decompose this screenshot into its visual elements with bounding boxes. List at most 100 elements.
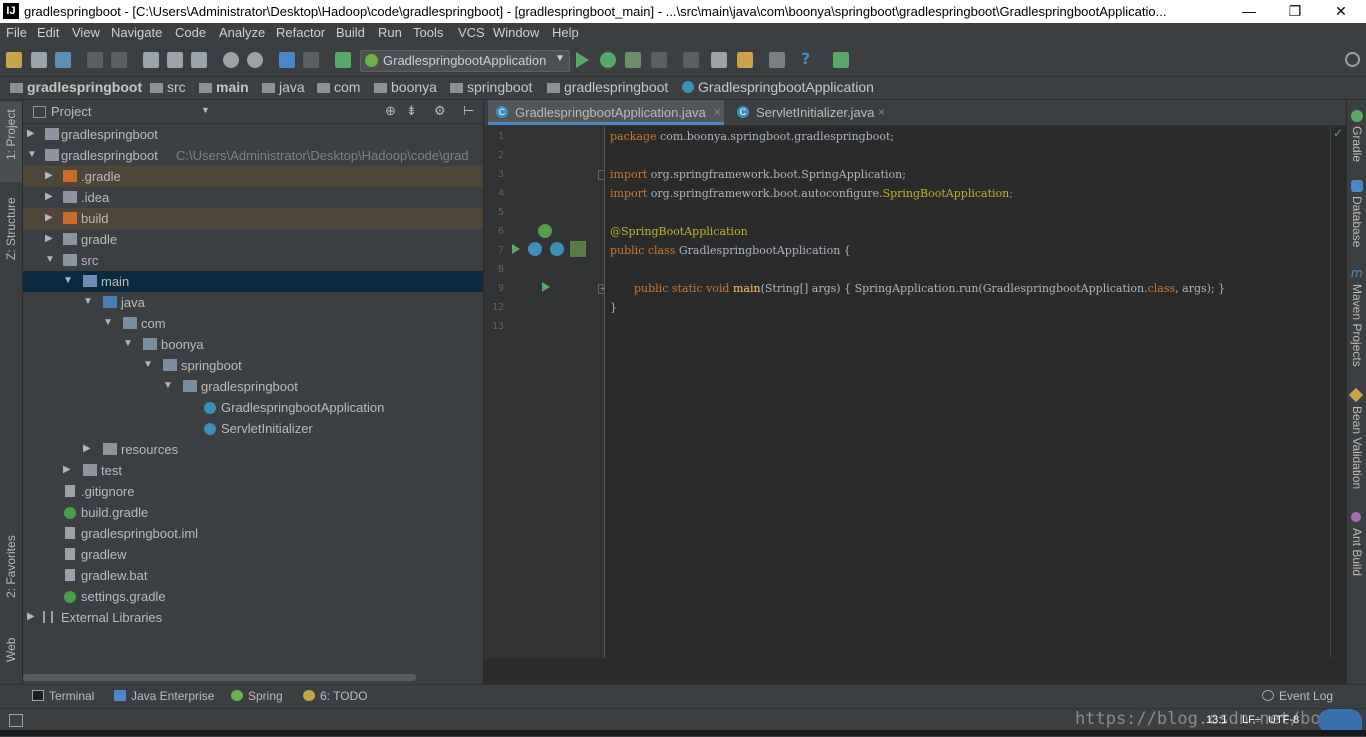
menu-refactor[interactable]: Refactor: [276, 25, 325, 40]
breadcrumb-item[interactable]: main: [199, 79, 249, 95]
save-icon[interactable]: [31, 52, 47, 68]
expand-arrow-icon[interactable]: ▼: [143, 359, 153, 370]
menu-code[interactable]: Code: [175, 25, 206, 40]
tree-item[interactable]: ▼ java: [23, 292, 483, 313]
forward-icon[interactable]: [303, 52, 319, 68]
expand-arrow-icon[interactable]: ▼: [123, 338, 133, 349]
expand-arrow-icon[interactable]: ▶: [27, 128, 35, 139]
expand-arrow-icon[interactable]: ▶: [27, 611, 35, 622]
attach-icon[interactable]: [683, 52, 699, 68]
tree-item[interactable]: ▶ .idea: [23, 187, 483, 208]
terminal-tool-button[interactable]: Terminal: [32, 689, 94, 703]
open-folder-icon[interactable]: [6, 52, 22, 68]
expand-arrow-icon[interactable]: ▼: [63, 275, 73, 286]
code-editor[interactable]: package com.boonya.springboot.gradlespri…: [605, 126, 1330, 658]
tree-item[interactable]: settings.gradle: [23, 586, 483, 607]
horizontal-scrollbar[interactable]: [23, 674, 416, 681]
undo-icon[interactable]: [87, 52, 103, 68]
spring-bean-icon[interactable]: [538, 224, 552, 238]
sync-icon[interactable]: [55, 52, 71, 68]
web-tool-label[interactable]: Web: [4, 638, 18, 662]
bean-validation-tool-label[interactable]: Bean Validation: [1350, 406, 1364, 489]
tree-item[interactable]: ▼ springboot: [23, 355, 483, 376]
menu-edit[interactable]: Edit: [37, 25, 59, 40]
gear-icon[interactable]: ⚙: [434, 103, 446, 119]
coverage-icon[interactable]: [625, 52, 641, 68]
search-everywhere-icon[interactable]: [1345, 52, 1360, 67]
close-button[interactable]: ✕: [1318, 0, 1364, 23]
run-configuration-select[interactable]: GradlespringbootApplication ▼: [360, 50, 570, 72]
menu-vcs[interactable]: VCS: [458, 25, 485, 40]
spring-boot-gutter-icon[interactable]: [550, 242, 564, 256]
caret-position[interactable]: 13:1: [1206, 714, 1227, 726]
vcs-icon[interactable]: [769, 52, 785, 68]
tree-item[interactable]: ▼ boonya: [23, 334, 483, 355]
expand-arrow-icon[interactable]: ▼: [163, 380, 173, 391]
tree-item[interactable]: GradlespringbootApplication: [23, 397, 483, 418]
tree-item[interactable]: ▼ com: [23, 313, 483, 334]
tree-item[interactable]: .gitignore: [23, 481, 483, 502]
tree-item[interactable]: ▼ gradlespringboot: [23, 376, 483, 397]
find-icon[interactable]: [223, 52, 239, 68]
expand-arrow-icon[interactable]: ▶: [45, 233, 53, 244]
tree-item[interactable]: build.gradle: [23, 502, 483, 523]
debug-icon[interactable]: [600, 52, 616, 68]
breadcrumb-item[interactable]: gradlespringboot: [10, 79, 142, 95]
expand-arrow-icon[interactable]: ▶: [83, 443, 91, 454]
breadcrumb-item[interactable]: java: [262, 79, 305, 95]
menu-analyze[interactable]: Analyze: [219, 25, 265, 40]
redo-icon[interactable]: [111, 52, 127, 68]
run-icon[interactable]: [576, 52, 589, 68]
tab-servletinitializer[interactable]: C ServletInitializer.java ×: [728, 100, 896, 125]
replace-icon[interactable]: [247, 52, 263, 68]
expand-arrow-icon[interactable]: ▼: [83, 296, 93, 307]
breadcrumb-item[interactable]: GradlespringbootApplication: [682, 79, 874, 95]
tree-item[interactable]: ▶ gradlespringboot: [23, 124, 483, 145]
tree-item[interactable]: ServletInitializer: [23, 418, 483, 439]
breadcrumb-item[interactable]: gradlespringboot: [547, 79, 668, 95]
structure-tool-label[interactable]: Z: Structure: [4, 197, 18, 260]
java-enterprise-tool-button[interactable]: Java Enterprise: [114, 689, 214, 703]
copy-icon[interactable]: [167, 52, 183, 68]
project-tool-label[interactable]: 1: Project: [4, 109, 18, 160]
gradle-tool-label[interactable]: Gradle: [1350, 126, 1364, 162]
database-tool-label[interactable]: Database: [1350, 196, 1364, 247]
tree-item[interactable]: ▶ build: [23, 208, 483, 229]
hide-panel-icon[interactable]: ⊢: [463, 103, 474, 119]
minimize-button[interactable]: —: [1226, 0, 1272, 23]
class-gutter-icon[interactable]: [528, 242, 542, 256]
expand-arrow-icon[interactable]: ▶: [45, 212, 53, 223]
menu-tools[interactable]: Tools: [413, 25, 443, 40]
stop-icon[interactable]: [651, 52, 667, 68]
expand-arrow-icon[interactable]: ▶: [45, 191, 53, 202]
close-tab-icon[interactable]: ×: [878, 105, 885, 119]
ant-build-tool-label[interactable]: Ant Build: [1350, 528, 1364, 576]
event-log-button[interactable]: Event Log: [1262, 689, 1333, 703]
breadcrumb-item[interactable]: springboot: [450, 79, 532, 95]
locate-icon[interactable]: ⊕: [385, 103, 396, 119]
help-icon[interactable]: ?: [801, 49, 817, 68]
tab-gradlespringbootapplication[interactable]: C GradlespringbootApplication.java ×: [488, 100, 724, 125]
menu-file[interactable]: File: [6, 25, 27, 40]
close-tab-icon[interactable]: ×: [714, 105, 721, 119]
menu-window[interactable]: Window: [493, 25, 539, 40]
breadcrumb-item[interactable]: src: [150, 79, 186, 95]
tree-item[interactable]: gradlew: [23, 544, 483, 565]
expand-arrow-icon[interactable]: ▼: [103, 317, 113, 328]
line-separator[interactable]: LF÷: [1242, 714, 1261, 726]
menu-build[interactable]: Build: [336, 25, 365, 40]
collapse-all-icon[interactable]: ⇟: [406, 103, 417, 119]
project-structure-icon[interactable]: [711, 52, 727, 68]
menu-view[interactable]: View: [72, 25, 100, 40]
menu-navigate[interactable]: Navigate: [111, 25, 162, 40]
cut-icon[interactable]: [143, 52, 159, 68]
build-icon[interactable]: [335, 52, 351, 68]
menu-run[interactable]: Run: [378, 25, 402, 40]
spring-context-icon[interactable]: [570, 241, 586, 257]
maximize-button[interactable]: ❐: [1272, 0, 1318, 23]
tree-item[interactable]: ▶ resources: [23, 439, 483, 460]
file-encoding[interactable]: UTF-8: [1268, 714, 1299, 726]
breadcrumb-item[interactable]: boonya: [374, 79, 437, 95]
gradle-sync-icon[interactable]: [833, 52, 849, 68]
expand-arrow-icon[interactable]: ▶: [45, 170, 53, 181]
